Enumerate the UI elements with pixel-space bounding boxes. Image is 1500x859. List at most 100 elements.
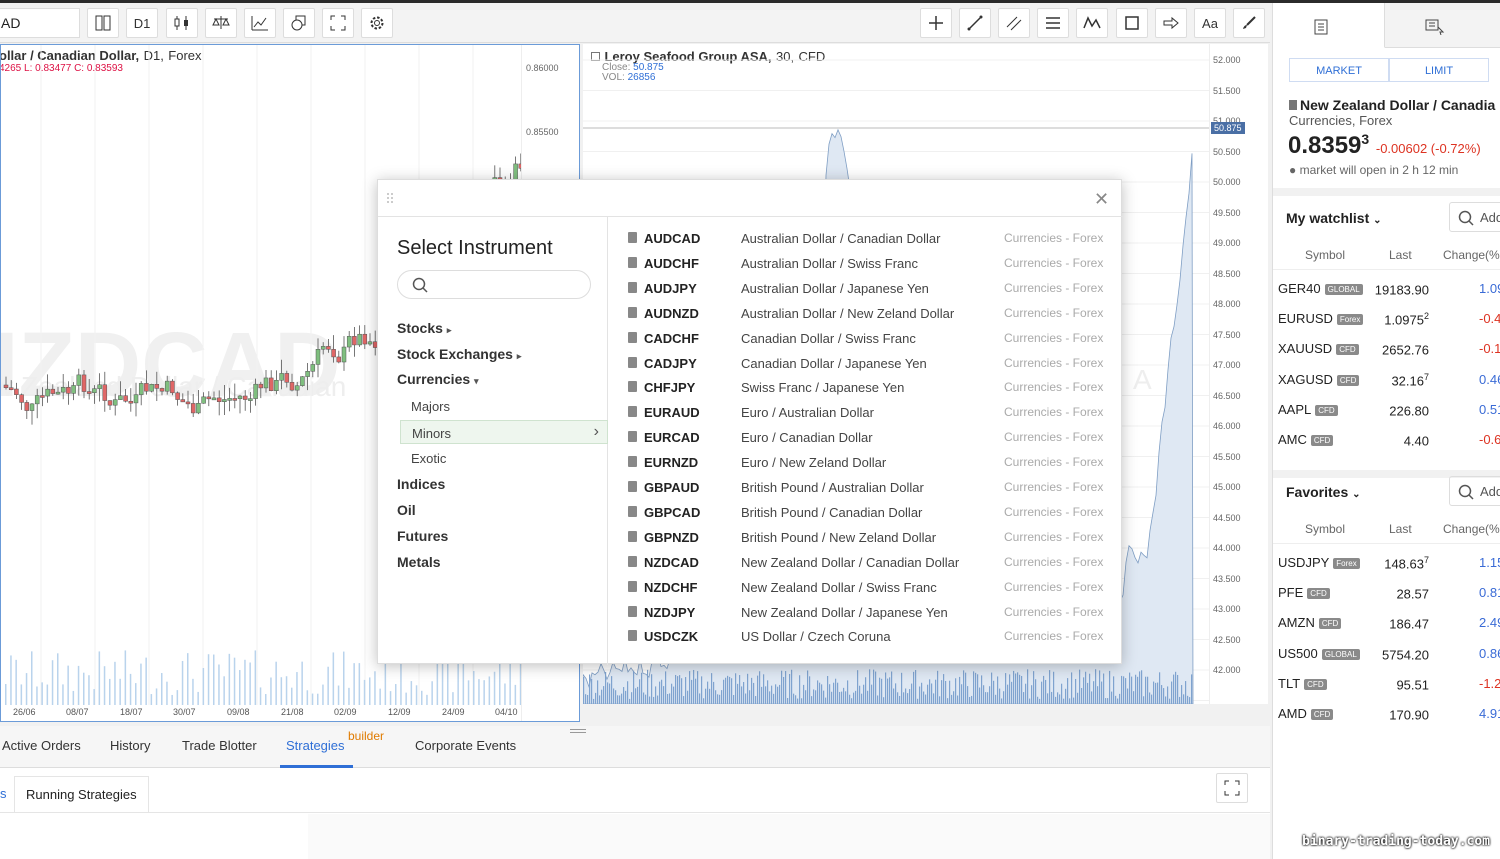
channel-icon[interactable] [998,8,1030,38]
instrument-row-audjpy[interactable]: AUDJPY Australian Dollar / Japanese Yen Cu… [609,281,1124,306]
right-sidebar: MARKET LIMIT New Zealand Dollar / Canadi… [1272,3,1500,859]
instrument-row-gbpnzd[interactable]: GBPNZD British Pound / New Zeland Dollar C… [609,530,1124,555]
watchlist-search[interactable]: Add [1449,202,1500,232]
expand-icon[interactable] [1216,773,1248,803]
templates-icon[interactable] [283,8,315,38]
col-symbol[interactable]: Symbol [1305,522,1345,536]
table-row[interactable]: PFECFD 28.57 0.81 [1273,577,1500,607]
instrument-row-gbpcad[interactable]: GBPCAD British Pound / Canadian Dollar Cur… [609,505,1124,530]
subcategory-exotic[interactable]: Exotic [400,446,608,470]
last-pip: 2 [1423,311,1429,322]
tab-strategies[interactable]: Strategies [286,738,345,753]
compare-icon[interactable] [205,8,237,38]
subtab-running-strategies[interactable]: Running Strategies [14,776,149,813]
instrument-row-audchf[interactable]: AUDCHF Australian Dollar / Swiss Franc Cur… [609,256,1124,281]
subcategory-majors[interactable]: Majors [400,394,608,418]
category-oil[interactable]: Oil [397,502,416,518]
symbol-input[interactable]: AD [0,8,80,38]
instrument-row-cadchf[interactable]: CADCHF Canadian Dollar / Swiss Franc Curre… [609,331,1124,356]
subcategory-minors[interactable]: Minors › [400,420,608,444]
row-change: -0.12 [1479,341,1500,357]
table-row[interactable]: TLTCFD 95.51 -1.29 [1273,668,1500,698]
market-badge: CFD [1318,618,1342,630]
tab-order-entry[interactable] [1273,3,1385,48]
instrument-name: Australian Dollar / Canadian Dollar [741,231,941,246]
text-tool-button[interactable]: Aa [1194,8,1226,38]
col-symbol[interactable]: Symbol [1305,248,1345,262]
brush-icon[interactable] [1233,8,1265,38]
document-icon [628,530,637,542]
instrument-row-gbpaud[interactable]: GBPAUD British Pound / Australian Dollar C… [609,480,1124,505]
col-last[interactable]: Last [1389,522,1412,536]
tab-active-orders[interactable]: Active Orders [2,738,81,753]
category-stocks[interactable]: Stocks ▸ [397,320,451,336]
instrument-row-euraud[interactable]: EURAUD Euro / Australian Dollar Currencies… [609,405,1124,430]
row-change: 1.15 [1479,555,1500,570]
col-change[interactable]: Change(%) [1443,248,1500,262]
arrow-icon[interactable] [1155,8,1187,38]
instrument-row-nzdchf[interactable]: NZDCHF New Zealand Dollar / Swiss Franc Cu… [609,580,1124,605]
row-symbol: AMC CFD [1278,432,1334,447]
favorites-title[interactable]: Favorites ⌄ [1286,484,1361,500]
instrument-row-cadjpy[interactable]: CADJPY Canadian Dollar / Japanese Yen Curr… [609,356,1124,381]
col-change[interactable]: Change(%) [1443,522,1500,536]
tab-history[interactable]: History [110,738,150,753]
bottom-tabs: Active Orders History Trade Blotter Stra… [0,726,1270,768]
category-futures[interactable]: Futures [397,528,448,544]
trendline-icon[interactable] [959,8,991,38]
instrument-row-eurnzd[interactable]: EURNZD Euro / New Zeland Dollar Currencies… [609,455,1124,480]
table-row[interactable]: XAUUSDCFD2652.76-0.12 [1273,333,1500,363]
favorites-search[interactable]: Add [1449,476,1500,506]
candles-icon[interactable] [166,8,198,38]
instrument-name: Euro / Canadian Dollar [741,430,873,446]
crosshair-icon[interactable] [920,8,952,38]
row-last: 5754.20 [1339,646,1429,662]
table-row[interactable]: EURUSDForex1.09752-0.48 [1273,303,1500,333]
col-last[interactable]: Last [1389,248,1412,262]
layout-icon[interactable] [87,8,119,38]
rectangle-icon[interactable] [1116,8,1148,38]
document-icon [628,232,637,243]
fullscreen-icon[interactable] [322,8,354,38]
instrument-row-chfjpy[interactable]: CHFJPY Swiss Franc / Japanese Yen Currenci… [609,380,1124,405]
table-row[interactable]: AMDCFD 170.90 4.91 [1273,698,1500,728]
limit-order-tab[interactable]: LIMIT [1389,58,1489,82]
timeframe-button[interactable]: D1 [126,8,158,38]
table-row[interactable]: GER40GLOBAL19183.901.09 [1273,273,1500,303]
tab-order-list[interactable] [1385,3,1500,48]
indicators-icon[interactable] [244,8,276,38]
market-order-tab[interactable]: MARKET [1289,58,1389,82]
document-icon [628,331,637,343]
instrument-row-audcad[interactable]: AUDCAD Australian Dollar / Canadian Dolla… [609,231,1124,256]
row-symbol: AMZN CFD [1278,615,1342,630]
table-row[interactable]: US500GLOBAL5754.200.86 [1273,638,1500,668]
document-icon [628,505,637,517]
table-row[interactable]: USDJPYForex148.6371.15 [1273,547,1500,577]
instrument-row-usdczk[interactable]: USDCZK US Dollar / Czech Coruna Currencies… [609,629,1124,654]
settings-gear-icon[interactable] [361,8,393,38]
tab-trade-blotter[interactable]: Trade Blotter [182,738,257,753]
row-change: -0.68 [1479,432,1500,447]
category-metals[interactable]: Metals [397,554,441,570]
category-stock-exchanges[interactable]: Stock Exchanges ▸ [397,346,521,362]
subtab-fragment[interactable]: s [0,786,7,801]
tab-corporate-events[interactable]: Corporate Events [415,738,516,753]
document-icon [628,256,637,268]
instrument-row-audnzd[interactable]: AUDNZD Australian Dollar / New Zeland Dol… [609,306,1124,331]
instrument-row-nzdjpy[interactable]: NZDJPY New Zealand Dollar / Japanese Yen C… [609,605,1124,630]
table-row[interactable]: AMCCFD 4.40 -0.68 [1273,424,1500,454]
table-row[interactable]: AMZNCFD 186.47 2.49 [1273,607,1500,637]
watchlist-title[interactable]: My watchlist ⌄ [1286,210,1382,226]
instrument-row-nzdcad[interactable]: NZDCAD New Zealand Dollar / Canadian Doll… [609,555,1124,580]
table-row[interactable]: XAGUSDCFD32.1670.46 [1273,364,1500,394]
category-currencies[interactable]: Currencies ▾ [397,371,479,387]
close-icon[interactable]: ✕ [1094,189,1109,210]
fibonacci-icon[interactable] [1037,8,1069,38]
search-input[interactable] [397,270,591,299]
drag-handle-icon[interactable] [387,193,393,203]
resize-handle-icon[interactable] [570,729,586,733]
pattern-icon[interactable] [1076,8,1108,38]
instrument-row-eurcad[interactable]: EURCAD Euro / Canadian Dollar Currencies -… [609,430,1124,455]
table-row[interactable]: AAPLCFD 226.80 0.51 [1273,394,1500,424]
category-indices[interactable]: Indices [397,476,445,492]
